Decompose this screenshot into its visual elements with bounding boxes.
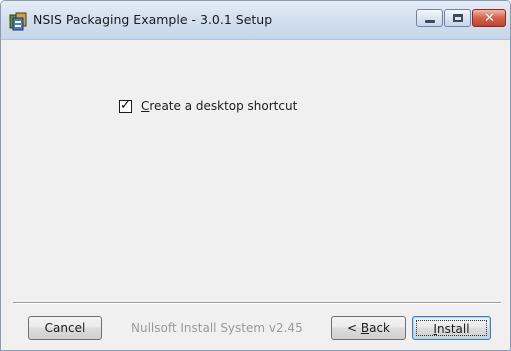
back-button[interactable]: < Back <box>331 316 406 340</box>
checkmark-icon: ✓ <box>120 98 131 113</box>
minimize-button[interactable] <box>416 9 443 27</box>
install-button[interactable]: Install <box>412 316 491 340</box>
desktop-shortcut-checkbox[interactable]: ✓ <box>119 98 132 113</box>
desktop-shortcut-label[interactable]: Create a desktop shortcut <box>141 99 297 113</box>
branding-text: Nullsoft Install System v2.45 <box>131 321 303 335</box>
installer-icon <box>8 10 30 32</box>
maximize-button[interactable] <box>444 9 471 27</box>
close-icon: ✕ <box>484 11 495 26</box>
minimize-icon <box>425 20 435 23</box>
cancel-button[interactable]: Cancel <box>28 316 102 340</box>
footer-separator <box>13 302 501 304</box>
close-button[interactable]: ✕ <box>472 9 506 27</box>
maximize-icon <box>453 14 463 22</box>
window-title: NSIS Packaging Example - 3.0.1 Setup <box>33 12 273 27</box>
install-focus-rect: Install <box>416 320 487 336</box>
title-bar[interactable]: NSIS Packaging Example - 3.0.1 Setup ✕ <box>1 1 510 40</box>
setup-page: ✓ Create a desktop shortcut Cancel Nulls… <box>1 40 510 350</box>
setup-window: NSIS Packaging Example - 3.0.1 Setup ✕ ✓… <box>0 0 511 351</box>
